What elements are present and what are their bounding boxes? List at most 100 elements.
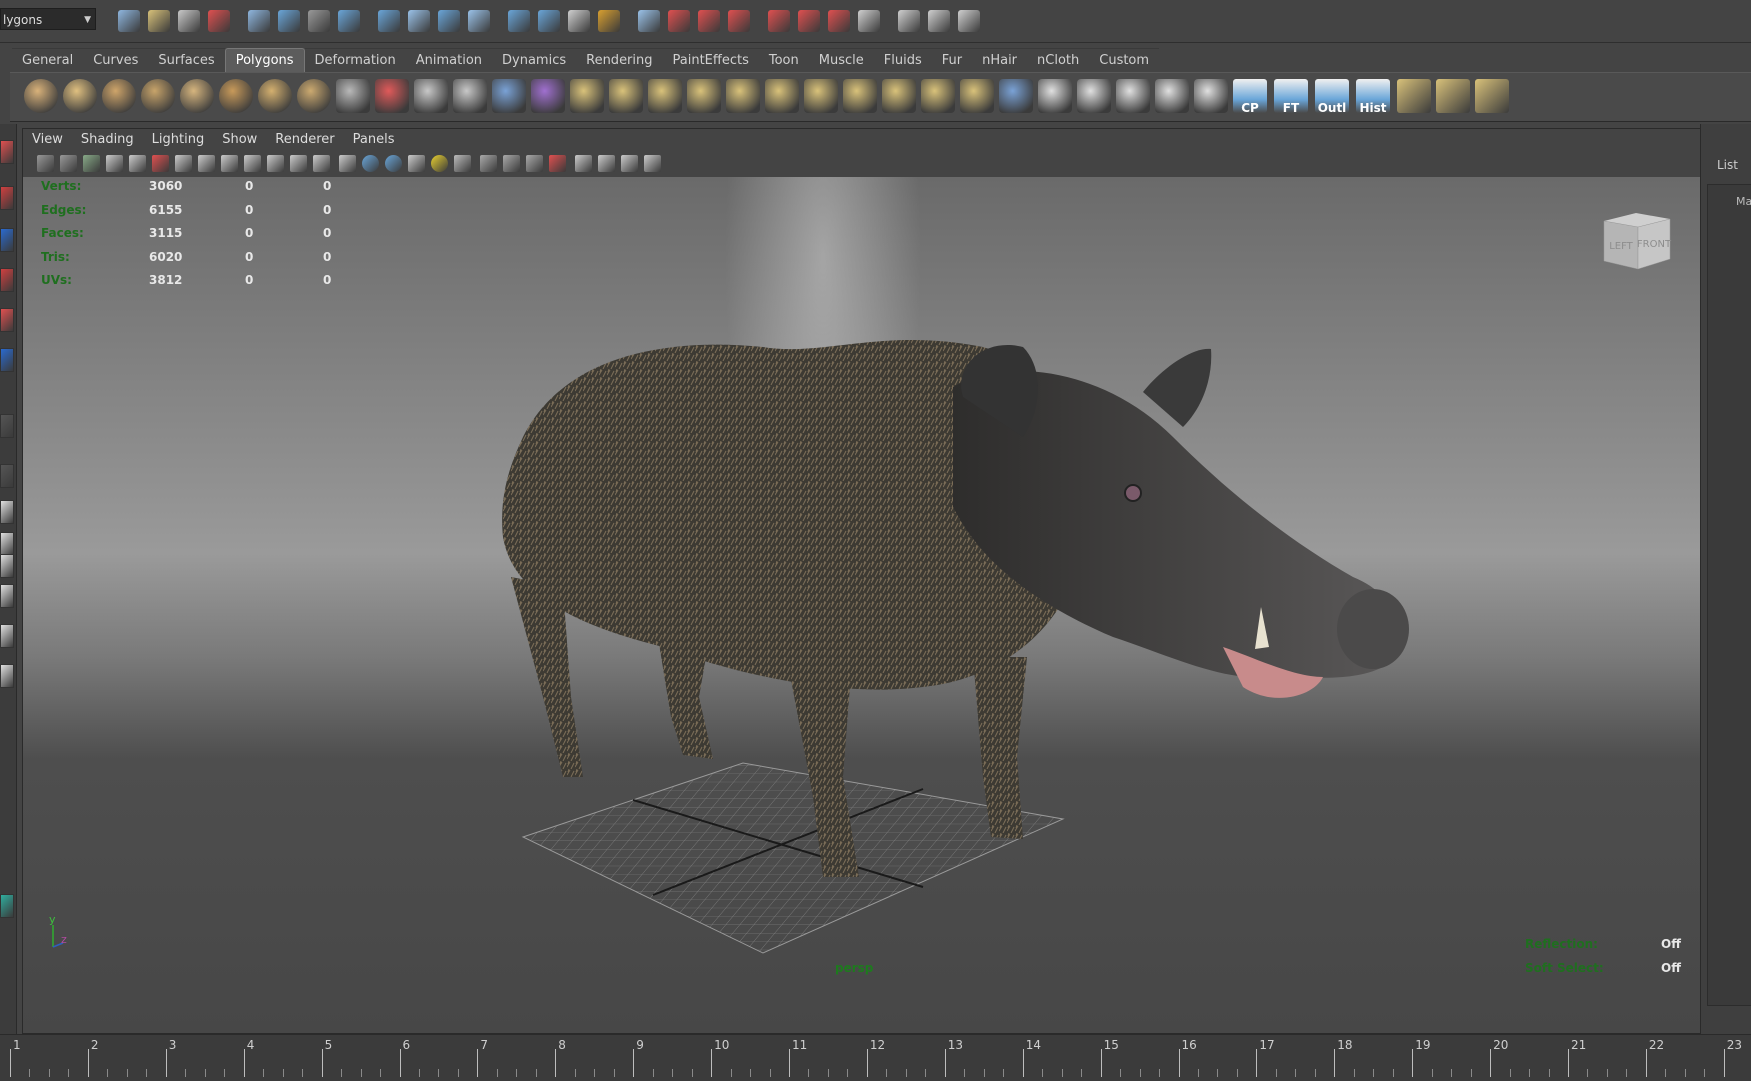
xray-joints-icon[interactable] (621, 155, 638, 172)
tab-nhair[interactable]: nHair (972, 48, 1028, 72)
uv-tool-icon[interactable] (1397, 79, 1431, 113)
insert-edgeloop-icon[interactable] (765, 79, 799, 113)
tab-fluids[interactable]: Fluids (873, 48, 932, 72)
cylinder-uv-icon[interactable] (1038, 79, 1072, 113)
poly-torus-icon[interactable] (219, 79, 253, 113)
render-layout-icon[interactable] (0, 664, 14, 688)
image-plane-icon[interactable] (106, 155, 123, 172)
panel-menu-panels[interactable]: Panels (344, 129, 404, 151)
bookmark-icon[interactable] (83, 155, 100, 172)
use-lights-icon[interactable] (431, 155, 448, 172)
camera-icon[interactable] (858, 10, 880, 32)
viewport-3d[interactable]: Verts: 3060 0 0 Edges: 6155 0 0 Faces: 3115 0 0 Tris… (23, 177, 1701, 1033)
panel-menu-renderer[interactable]: Renderer (266, 129, 343, 151)
motion-blur-icon[interactable] (503, 155, 520, 172)
poly-sphere-icon[interactable] (24, 79, 58, 113)
boar-model[interactable] (23, 177, 1701, 1033)
tab-animation[interactable]: Animation (405, 48, 493, 72)
append-icon[interactable] (648, 79, 682, 113)
auto-uv-icon[interactable] (1116, 79, 1150, 113)
scale-tool-icon[interactable] (0, 348, 14, 372)
move-tool-icon[interactable] (0, 268, 14, 292)
help-icon[interactable] (568, 10, 590, 32)
manipulator-icon[interactable] (0, 414, 14, 438)
last-tool-icon[interactable] (0, 464, 14, 488)
snap-live-icon[interactable] (468, 10, 490, 32)
panel-menu-shading[interactable]: Shading (72, 129, 143, 151)
four-pane-icon[interactable] (0, 532, 14, 556)
average-icon[interactable] (492, 79, 526, 113)
wireframe-icon[interactable] (339, 155, 356, 172)
filter-icon[interactable] (308, 10, 330, 32)
tab-dynamics[interactable]: Dynamics (492, 48, 577, 72)
pivot-icon[interactable] (538, 10, 560, 32)
poly-pipe-icon[interactable] (297, 79, 331, 113)
extrude-icon[interactable] (570, 79, 604, 113)
uv-tool-icon[interactable] (1475, 79, 1509, 113)
safe-title-icon[interactable] (313, 155, 330, 172)
bridge-icon[interactable] (609, 79, 643, 113)
ipr-icon[interactable] (768, 10, 790, 32)
select-component-icon[interactable] (278, 10, 300, 32)
fill-hole-icon[interactable] (687, 79, 721, 113)
panel-menu-view[interactable]: View (23, 129, 72, 151)
hypershade-layout-icon[interactable] (0, 624, 14, 648)
tab-custom[interactable]: Custom (1089, 48, 1160, 72)
poly-pyramid-icon[interactable] (258, 79, 292, 113)
resolution-gate-icon[interactable] (221, 155, 238, 172)
rotate-tool-icon[interactable] (0, 308, 14, 332)
combine-icon[interactable] (336, 79, 370, 113)
tab-general[interactable]: General (12, 48, 84, 72)
collapse-icon[interactable] (960, 79, 994, 113)
smooth-icon[interactable] (453, 79, 487, 113)
tab-toon[interactable]: Toon (758, 48, 809, 72)
tab-fur[interactable]: Fur (931, 48, 973, 72)
xray-components-icon[interactable] (644, 155, 661, 172)
save-scene-icon[interactable] (178, 10, 200, 32)
poly-cone-icon[interactable] (141, 79, 175, 113)
uv-editor-icon[interactable] (1155, 79, 1189, 113)
camera-attr-icon[interactable] (60, 155, 77, 172)
shelf-button-hist[interactable]: Hist (1356, 79, 1390, 115)
select-hierarchy-icon[interactable] (208, 10, 230, 32)
shelf-button-cp[interactable]: CP (1233, 79, 1267, 115)
merge-icon[interactable] (921, 79, 955, 113)
render-icon[interactable] (728, 10, 750, 32)
channel-icon[interactable] (958, 10, 980, 32)
tab-deformation[interactable]: Deformation (304, 48, 406, 72)
select-camera-icon[interactable] (37, 155, 54, 172)
sphere-uv-icon[interactable] (1077, 79, 1111, 113)
offset-edgeloop-icon[interactable] (804, 79, 838, 113)
poly-plane-icon[interactable] (180, 79, 214, 113)
isolate-select-icon[interactable] (575, 155, 592, 172)
2d-pan-icon[interactable] (129, 155, 146, 172)
snap-plane-icon[interactable] (438, 10, 460, 32)
snap-view-icon[interactable] (508, 10, 530, 32)
anti-alias-icon[interactable] (526, 155, 543, 172)
lasso-tool-icon[interactable] (0, 186, 14, 210)
outliner-layout-icon[interactable] (0, 554, 14, 578)
open-scene-icon[interactable] (148, 10, 170, 32)
wedge-icon[interactable] (843, 79, 877, 113)
tab-muscle[interactable]: Muscle (808, 48, 874, 72)
shelf-button-ft[interactable]: FT (1274, 79, 1308, 115)
bool-union-icon[interactable] (531, 79, 565, 113)
tab-polygons[interactable]: Polygons (224, 48, 305, 72)
shadows-icon[interactable] (454, 155, 471, 172)
grid-icon[interactable] (175, 155, 192, 172)
construction-icon[interactable] (698, 10, 720, 32)
shelf-button-outl[interactable]: Outl (1315, 79, 1349, 115)
mode-select[interactable]: lygons ▼ (0, 8, 96, 30)
tab-painteffects[interactable]: PaintEffects (662, 48, 759, 72)
graph-layout-icon[interactable] (0, 584, 14, 608)
tab-rendering[interactable]: Rendering (576, 48, 663, 72)
select-by-icon[interactable] (638, 10, 660, 32)
textured-icon[interactable] (408, 155, 425, 172)
uv-tool-icon[interactable] (1436, 79, 1470, 113)
single-pane-icon[interactable] (0, 500, 14, 524)
select-object-icon[interactable] (248, 10, 270, 32)
history-icon[interactable] (668, 10, 690, 32)
wireframe-on-shaded-icon[interactable] (385, 155, 402, 172)
field-chart-icon[interactable] (267, 155, 284, 172)
tab-surfaces[interactable]: Surfaces (148, 48, 225, 72)
